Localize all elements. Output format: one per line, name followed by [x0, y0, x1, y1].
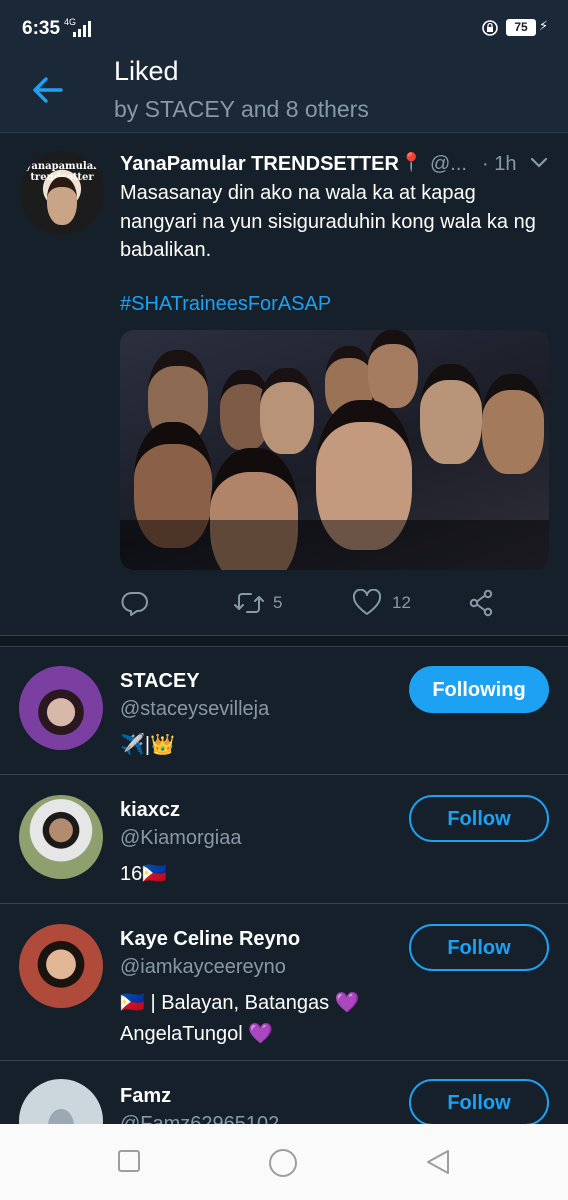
tweet-hashtag[interactable]: #SHATraineesForASAP: [120, 293, 331, 316]
user-bio: 🇵🇭 | Balayan, Batangas 💜 AngelaTungol 💜: [120, 992, 360, 1045]
follow-button[interactable]: Follow: [409, 1079, 549, 1124]
photo-person: [260, 368, 314, 454]
reply-button[interactable]: [121, 585, 151, 619]
photo-shadow: [120, 520, 549, 570]
status-time: 6:35: [22, 18, 61, 39]
tweet-author-name[interactable]: YanaPamular TRENDSETTER: [120, 153, 399, 176]
user-list-item[interactable]: Famz @Famz62965102 Follow: [0, 1061, 568, 1124]
system-nav-bar: [0, 1124, 568, 1200]
pin-emoji: 📍: [400, 152, 423, 172]
user-avatar[interactable]: [19, 795, 103, 879]
reply-icon: [121, 591, 148, 616]
tweet-action-bar: 5 12: [0, 585, 568, 625]
recents-icon: [118, 1150, 140, 1172]
retweet-icon: [234, 593, 264, 613]
tweet-author-handle[interactable]: @...: [430, 153, 467, 176]
user-handle: @staceysevilleja: [120, 698, 270, 720]
app-header: Liked by STACEY and 8 others: [0, 56, 568, 133]
user-bio: 16🇵🇭: [120, 863, 168, 885]
tweet-author-avatar[interactable]: yanapamular trendsetter: [20, 151, 104, 235]
user-list-item[interactable]: kiaxcz @Kiamorgiaa 16🇵🇭 Follow: [0, 775, 568, 904]
recents-button[interactable]: [116, 1148, 146, 1178]
rotation-lock-icon: [482, 20, 498, 36]
user-list-item[interactable]: Kaye Celine Reyno @iamkayceereyno 🇵🇭 | B…: [0, 904, 568, 1061]
like-button[interactable]: 12: [352, 585, 422, 619]
tweet-photo[interactable]: [120, 330, 549, 570]
user-handle: @Kiamorgiaa: [120, 827, 242, 849]
user-avatar[interactable]: [19, 666, 103, 750]
avatar-face: [47, 177, 77, 225]
following-button[interactable]: Following: [409, 666, 549, 713]
retweet-count: 5: [273, 593, 283, 612]
heart-icon: [352, 589, 382, 615]
photo-person: [420, 364, 482, 464]
charging-icon: ⚡: [539, 18, 549, 33]
back-button[interactable]: [28, 70, 68, 110]
page-title: Liked: [114, 56, 179, 86]
back-arrow-icon: [33, 77, 63, 103]
signal-icon: [73, 21, 91, 37]
photo-person: [368, 330, 418, 408]
user-avatar[interactable]: [19, 924, 103, 1008]
page-subtitle: by STACEY and 8 others: [114, 96, 369, 122]
share-icon: [469, 589, 493, 617]
back-nav-button[interactable]: [424, 1148, 454, 1178]
user-name[interactable]: STACEY: [120, 670, 200, 693]
avatar-silhouette: [48, 1109, 74, 1124]
home-button[interactable]: [268, 1148, 298, 1178]
back-triangle-icon: [427, 1150, 449, 1174]
tweet-card[interactable]: yanapamular trendsetter YanaPamular TREN…: [0, 133, 568, 635]
battery-level: 75: [506, 19, 536, 36]
user-bio: ✈️|👑: [120, 734, 175, 756]
user-name[interactable]: Famz: [120, 1085, 171, 1108]
user-handle: @iamkayceereyno: [120, 956, 286, 978]
user-name[interactable]: Kaye Celine Reyno: [120, 928, 300, 951]
user-handle: @Famz62965102: [120, 1113, 280, 1124]
home-icon: [269, 1149, 297, 1177]
share-button[interactable]: [468, 585, 498, 619]
retweet-button[interactable]: 5: [233, 585, 303, 619]
photo-person: [482, 374, 544, 474]
user-list-item[interactable]: STACEY @staceysevilleja ✈️|👑 Following: [0, 646, 568, 775]
tweet-text: Masasanay din ako na wala ka at kapag na…: [120, 182, 536, 261]
status-bar: 6:35 4G 75 ⚡: [0, 0, 568, 56]
default-avatar-icon[interactable]: [19, 1079, 103, 1124]
user-name[interactable]: kiaxcz: [120, 799, 180, 822]
tweet-timestamp: · 1h: [482, 153, 517, 175]
follow-button[interactable]: Follow: [409, 795, 549, 842]
like-count: 12: [392, 593, 411, 612]
chevron-down-icon[interactable]: [530, 157, 548, 169]
follow-button[interactable]: Follow: [409, 924, 549, 971]
